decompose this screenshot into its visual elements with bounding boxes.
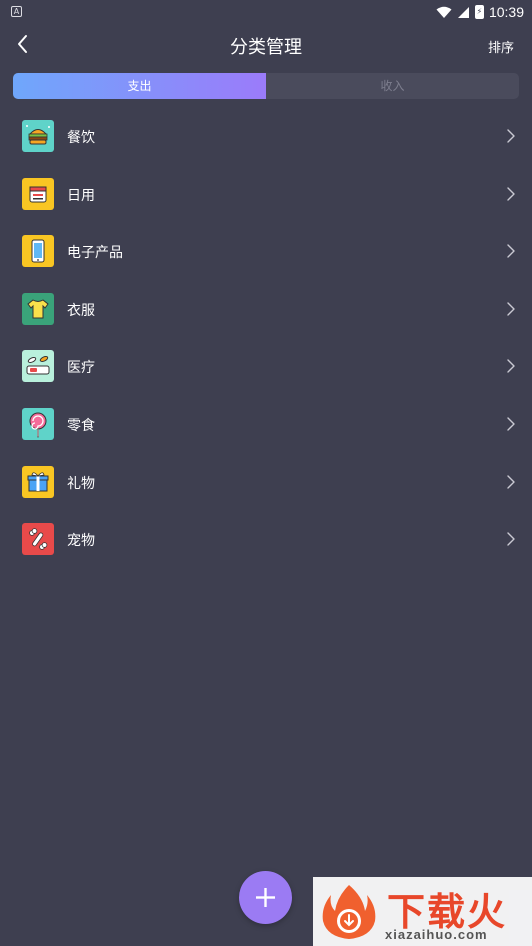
pet-icon	[22, 523, 54, 556]
chevron-left-icon	[18, 35, 27, 53]
lollipop-icon	[22, 407, 54, 440]
status-icons: ⚡ 10:39	[436, 2, 524, 22]
phone-icon	[22, 235, 54, 268]
chevron-right-icon	[507, 474, 515, 489]
category-label: 零食	[67, 417, 95, 434]
flame-logo-icon	[322, 885, 376, 939]
tab-income[interactable]: 收入	[266, 73, 519, 99]
category-label: 礼物	[67, 475, 95, 492]
category-label: 餐饮	[67, 130, 95, 146]
category-item-electronics[interactable]: 电子产品	[0, 223, 532, 281]
category-item-daily[interactable]: 日用	[0, 166, 532, 224]
daily-goods-icon	[22, 177, 54, 210]
status-bar: A ⚡ 10:39	[0, 0, 532, 24]
category-label: 宠物	[67, 533, 95, 550]
watermark: 下载火 xiazaihuo.com	[313, 877, 532, 946]
category-item-pets[interactable]: 宠物	[0, 511, 532, 569]
back-button[interactable]	[12, 30, 36, 58]
category-item-gifts[interactable]: 礼物	[0, 454, 532, 512]
chevron-right-icon	[507, 129, 515, 143]
tab-expense[interactable]: 支出	[13, 73, 266, 99]
burger-icon	[22, 120, 54, 152]
chevron-right-icon	[507, 532, 515, 546]
category-label: 电子产品	[67, 245, 123, 262]
category-item-snacks[interactable]: 零食	[0, 396, 532, 454]
chevron-right-icon	[507, 186, 515, 201]
status-time: 10:39	[488, 4, 524, 20]
sort-button[interactable]: 排序	[488, 37, 514, 56]
wifi-icon	[436, 6, 452, 18]
type-tabs: 支出 收入	[13, 73, 519, 99]
category-list: 餐饮 日用 电子产品 衣服 医疗 零食 礼物 宠物	[0, 108, 532, 569]
add-category-button[interactable]	[239, 871, 292, 924]
category-item-medical[interactable]: 医疗	[0, 338, 532, 396]
category-item-dining[interactable]: 餐饮	[0, 108, 532, 166]
page-title: 分类管理	[230, 37, 302, 58]
category-item-clothes[interactable]: 衣服	[0, 281, 532, 339]
battery-icon: ⚡	[474, 5, 484, 19]
header: 分类管理 排序	[0, 26, 532, 66]
notification-icon: A	[11, 6, 22, 17]
gift-icon	[22, 465, 54, 498]
chevron-right-icon	[507, 244, 515, 258]
signal-icon	[457, 6, 469, 18]
shirt-icon	[22, 292, 54, 325]
chevron-right-icon	[507, 302, 515, 316]
chevron-right-icon	[507, 359, 515, 374]
category-label: 衣服	[67, 302, 95, 319]
category-label: 日用	[67, 187, 95, 204]
plus-icon	[256, 888, 275, 907]
category-label: 医疗	[67, 360, 95, 377]
medicine-icon	[22, 350, 54, 383]
watermark-url: xiazaihuo.com	[385, 927, 488, 942]
chevron-right-icon	[507, 417, 515, 431]
